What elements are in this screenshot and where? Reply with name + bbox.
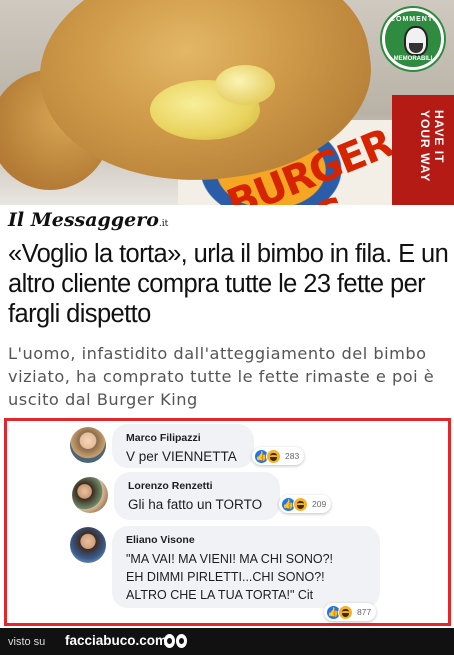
footer-visto-su: visto su [8,636,46,648]
newspaper-masthead: Il Messaggero.it [8,209,168,231]
eye-left-icon [164,634,175,648]
pie-filling-2 [215,65,275,105]
haha-icon [293,496,308,512]
reaction-count: 283 [285,451,300,461]
badge-top-text: COMMENTI [389,16,437,23]
comment-text: "MA VAI! MA VIENI! MA CHI SONO?! EH DIMM… [126,552,334,602]
eyes-icon [164,632,190,650]
box-side-text: HAVE IT YOUR WAY [418,110,446,183]
eye-right-icon [176,634,187,648]
comment-author[interactable]: Eliano Visone [126,534,368,546]
comment-author[interactable]: Marco Filipazzi [126,432,242,444]
avatar[interactable] [72,477,108,513]
reaction-count: 209 [312,499,327,509]
reaction-counter[interactable]: 👍 283 [252,447,305,465]
haha-icon [266,448,281,464]
avatar[interactable] [70,427,106,463]
badge-bottom-text: MEMORABILI [393,56,433,62]
comment-author[interactable]: Lorenzo Renzetti [128,480,268,492]
comment-bubble: Marco Filipazzi V per VIENNETTA [112,424,254,468]
masthead-suffix: .it [158,219,169,229]
comment-text: V per VIENNETTA [126,449,237,464]
reaction-count: 877 [357,607,372,617]
avatar[interactable] [70,527,106,563]
masthead-name: Il Messaggero [8,209,159,231]
footer-site-link[interactable]: facciabuco.com [65,633,167,648]
reaction-counter[interactable]: 👍 209 [279,495,332,513]
reaction-counter[interactable]: 👍 877 [324,603,377,621]
article-headline: «Voglio la torta», urla il bimbo in fila… [8,240,449,328]
comment-bubble: Lorenzo Renzetti Gli ha fatto un TORTO [114,472,280,520]
footer-bar: visto su facciabuco.com [0,628,454,655]
badge-face-icon [404,26,428,56]
article-subheadline: L'uomo, infastidito dall'atteggiamento d… [8,344,435,409]
comment-text: Gli ha fatto un TORTO [128,497,263,512]
comment-bubble: Eliano Visone "MA VAI! MA VIENI! MA CHI … [112,526,380,608]
commenti-memorabili-badge: COMMENTI MEMORABILI [382,8,444,70]
haha-icon [338,604,353,620]
